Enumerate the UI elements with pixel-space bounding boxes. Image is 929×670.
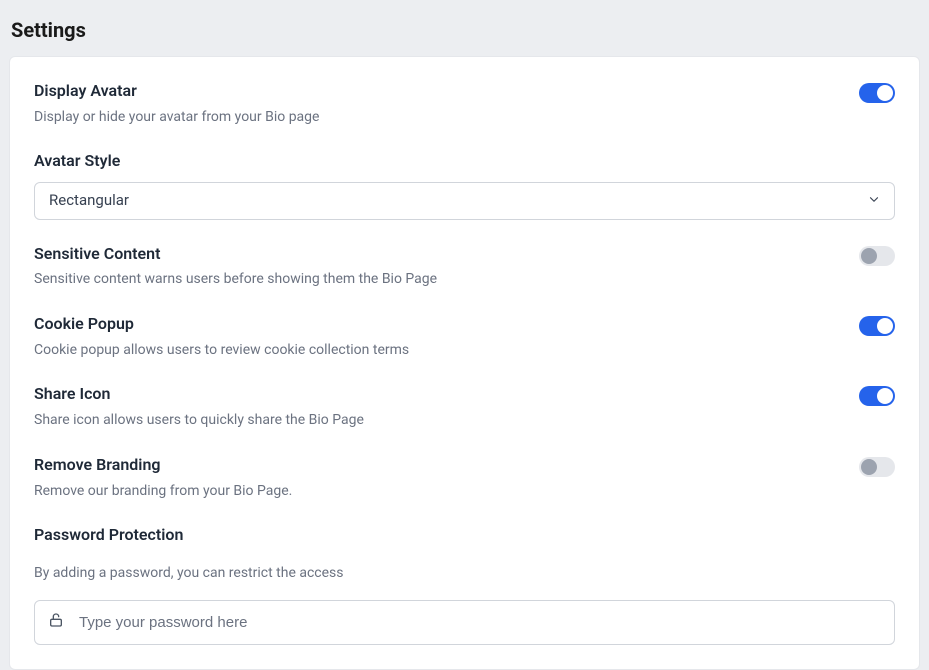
sensitive-content-toggle[interactable] (859, 246, 895, 266)
setting-password-protection: Password Protection By adding a password… (34, 525, 895, 645)
page-title: Settings (0, 0, 929, 56)
sensitive-content-title: Sensitive Content (34, 244, 843, 265)
share-icon-title: Share Icon (34, 384, 843, 405)
display-avatar-toggle[interactable] (859, 83, 895, 103)
setting-display-avatar: Display Avatar Display or hide your avat… (34, 81, 895, 127)
password-input[interactable] (34, 600, 895, 646)
setting-sensitive-content: Sensitive Content Sensitive content warn… (34, 244, 895, 290)
cookie-popup-toggle[interactable] (859, 316, 895, 336)
remove-branding-desc: Remove our branding from your Bio Page. (34, 482, 843, 502)
setting-avatar-style: Avatar Style Rectangular (34, 151, 895, 219)
cookie-popup-desc: Cookie popup allows users to review cook… (34, 341, 843, 361)
password-protection-desc: By adding a password, you can restrict t… (34, 564, 895, 584)
avatar-style-select[interactable]: Rectangular (34, 182, 895, 220)
setting-share-icon: Share Icon Share icon allows users to qu… (34, 384, 895, 430)
password-protection-title: Password Protection (34, 525, 895, 546)
sensitive-content-desc: Sensitive content warns users before sho… (34, 270, 843, 290)
display-avatar-title: Display Avatar (34, 81, 843, 102)
avatar-style-title: Avatar Style (34, 151, 895, 172)
remove-branding-title: Remove Branding (34, 455, 843, 476)
display-avatar-desc: Display or hide your avatar from your Bi… (34, 108, 843, 128)
share-icon-desc: Share icon allows users to quickly share… (34, 411, 843, 431)
remove-branding-toggle[interactable] (859, 457, 895, 477)
share-icon-toggle[interactable] (859, 386, 895, 406)
setting-remove-branding: Remove Branding Remove our branding from… (34, 455, 895, 501)
settings-card: Display Avatar Display or hide your avat… (9, 56, 920, 670)
cookie-popup-title: Cookie Popup (34, 314, 843, 335)
setting-cookie-popup: Cookie Popup Cookie popup allows users t… (34, 314, 895, 360)
